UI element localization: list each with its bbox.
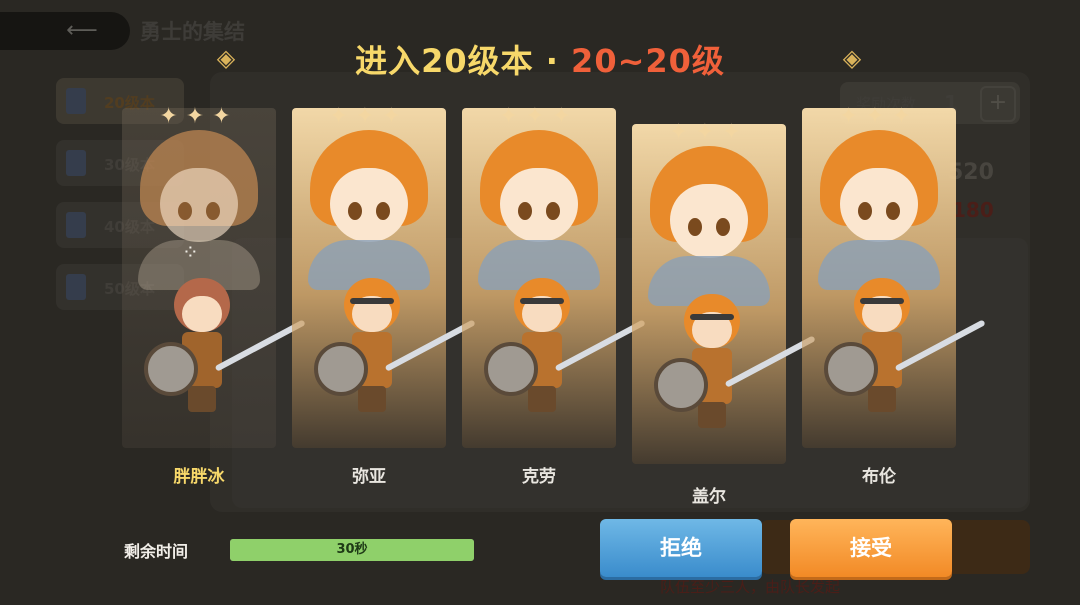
member-card: ✦✦✦ <box>632 120 816 464</box>
portrait <box>134 130 264 290</box>
character-sprite <box>824 278 986 428</box>
member-name: 弥亚 <box>352 467 386 487</box>
timer-bar: 30秒 <box>230 539 474 561</box>
member-card: ✦✦✦ ⁘ <box>122 104 306 448</box>
character-sprite <box>484 278 646 428</box>
portrait <box>814 130 944 290</box>
timer-text: 30秒 <box>336 542 368 557</box>
member-name: 布伦 <box>862 467 896 487</box>
character-sprite <box>314 278 476 428</box>
star-icons: ✦✦✦ <box>839 104 919 129</box>
character-sprite <box>144 278 306 428</box>
portrait <box>474 130 604 290</box>
member-name: 克劳 <box>522 467 556 487</box>
reject-button[interactable]: 拒绝 <box>600 519 762 577</box>
diamond-ornament-icon: ◈ <box>842 44 862 72</box>
member-name: 胖胖冰 <box>173 467 225 487</box>
loading-spinner-icon: ⁘ <box>182 240 199 264</box>
timer-label: 剩余时间 <box>124 542 189 561</box>
level-range: 20~20级 <box>571 42 725 80</box>
member-card: ✦✦✦ <box>462 104 646 448</box>
star-icons: ✦✦✦ <box>159 104 239 129</box>
member-card: ✦✦✦ <box>802 104 986 448</box>
star-icons: ✦✦✦ <box>499 104 579 129</box>
member-card: ✦✦✦ <box>292 104 476 448</box>
member-name: 盖尔 <box>692 487 726 507</box>
character-sprite <box>654 294 816 444</box>
star-icons: ✦✦✦ <box>669 120 749 145</box>
popup-title: 进入20级本 · 20~20级 <box>355 42 725 80</box>
accept-button[interactable]: 接受 <box>790 519 952 577</box>
star-icons: ✦✦✦ <box>329 104 409 129</box>
portrait <box>304 130 434 290</box>
portrait <box>644 146 774 306</box>
